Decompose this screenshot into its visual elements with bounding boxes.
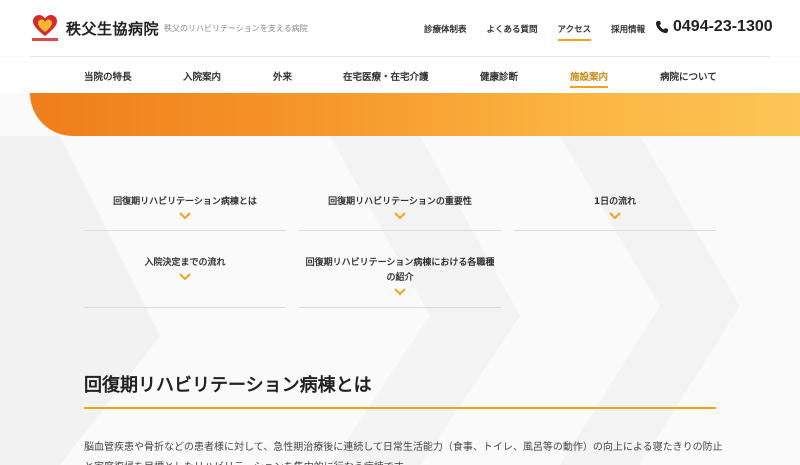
anchor-admission-flow[interactable]: 入院決定までの流れ [84, 256, 286, 308]
logo-heart-icon [32, 14, 58, 42]
nav-admission[interactable]: 入院案内 [183, 69, 221, 83]
anchor-staff-roles[interactable]: 回復期リハビリテーション病棟における各職種 の紹介 [299, 256, 501, 308]
util-link-access[interactable]: アクセス [557, 23, 591, 41]
site-logo[interactable]: 秩父生協病院 [32, 14, 159, 42]
nav-outpatient[interactable]: 外来 [273, 69, 292, 83]
util-link-recruit[interactable]: 採用情報 [611, 23, 645, 35]
util-link-faq[interactable]: よくある質問 [487, 23, 538, 35]
anchor-underline [84, 307, 286, 308]
chevron-down-icon [394, 287, 406, 296]
nav-home-care[interactable]: 在宅医療・在宅介護 [343, 69, 429, 83]
util-link-schedule[interactable]: 診療体制表 [424, 23, 467, 35]
nav-health-check[interactable]: 健康診断 [480, 69, 518, 83]
nav-about[interactable]: 病院について [660, 69, 717, 83]
chevron-down-icon [394, 212, 406, 220]
anchor-label: 回復期リハビリテーション病棟における各職種 [305, 258, 495, 268]
anchor-label: 入院決定までの流れ [144, 258, 226, 268]
phone-text: 0494-23-1300 [673, 18, 773, 35]
site-header: 秩父生協病院 秩父のリハビリテーションを支える病院 診療体制表 よくある質問 ア… [0, 0, 800, 56]
phone-number[interactable]: 0494-23-1300 [655, 18, 773, 36]
section-heading: 回復期リハビリテーション病棟とは [84, 375, 372, 396]
anchor-importance[interactable]: 回復期リハビリテーションの重要性 [299, 195, 501, 231]
anchor-underline [299, 230, 501, 231]
anchor-underline [84, 230, 286, 231]
hero-banner [30, 93, 800, 136]
chevron-down-icon [179, 212, 191, 220]
chevron-down-icon [609, 212, 621, 220]
utility-nav: 診療体制表 よくある質問 アクセス 採用情報 [424, 23, 665, 41]
anchor-underline [514, 230, 716, 231]
section-divider [84, 407, 716, 409]
phone-icon [656, 21, 668, 33]
anchor-label: 1日の流れ [593, 197, 637, 207]
site-tagline: 秩父のリハビリテーションを支える病院 [164, 24, 308, 33]
nav-facilities[interactable]: 施設案内 [570, 69, 609, 88]
hospital-name: 秩父生協病院 [66, 19, 160, 38]
anchor-label-line2: の紹介 [386, 272, 414, 283]
anchor-underline [299, 307, 501, 308]
nav-features[interactable]: 当院の特長 [84, 69, 132, 83]
chevron-down-icon [179, 273, 191, 281]
section-body: 脳血管疾患や骨折などの患者様に対して、急性期治療後に連続して日常生活能力（食事、… [84, 442, 723, 465]
anchor-about-ward[interactable]: 回復期リハビリテーション病棟とは [84, 195, 286, 231]
main-nav: 当院の特長 入院案内 外来 在宅医療・在宅介護 健康診断 施設案内 病院について [0, 57, 800, 93]
anchor-daily-flow[interactable]: 1日の流れ [514, 195, 716, 231]
anchor-label: 回復期リハビリテーション病棟とは [113, 197, 257, 207]
anchor-label: 回復期リハビリテーションの重要性 [328, 197, 472, 207]
